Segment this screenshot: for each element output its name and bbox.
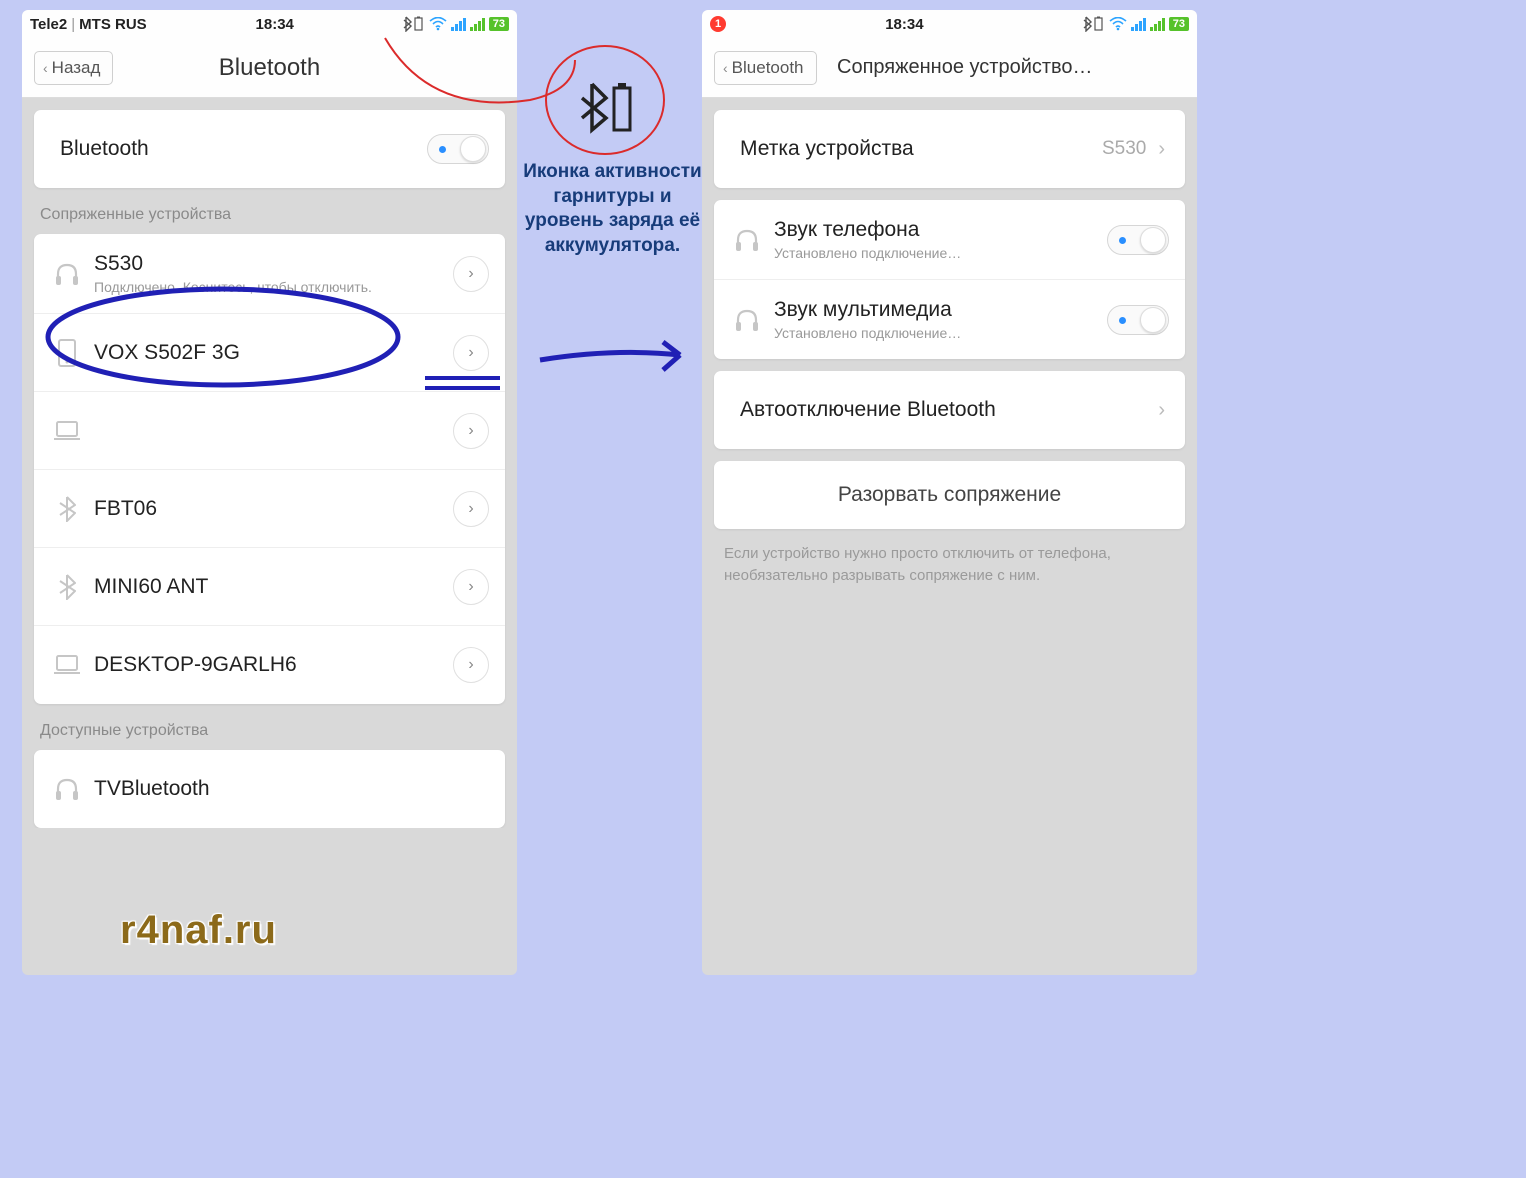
wifi-icon	[1109, 17, 1127, 31]
headphones-icon	[50, 262, 84, 286]
watermark: r4naf.ru	[120, 908, 277, 953]
laptop-icon	[50, 654, 84, 676]
annotation-bt-battery-icon	[556, 62, 656, 154]
media-audio-sub: Установлено подключение…	[774, 325, 1107, 341]
device-name: DESKTOP-9GARLH6	[94, 653, 453, 677]
paired-device-row[interactable]: VOX S502F 3G ›	[34, 314, 505, 392]
bluetooth-toggle[interactable]	[427, 134, 489, 164]
phone-icon	[50, 339, 84, 367]
device-label-row[interactable]: Метка устройства S530 ›	[714, 110, 1185, 188]
device-name: VOX S502F 3G	[94, 341, 453, 365]
paired-device-row[interactable]: DESKTOP-9GARLH6 ›	[34, 626, 505, 704]
device-status: Подключено. Коснитесь, чтобы отключить.	[94, 279, 453, 295]
media-audio-row[interactable]: Звук мультимедиа Установлено подключение…	[714, 280, 1185, 359]
chevron-right-icon: ›	[468, 656, 473, 674]
bluetooth-battery-icon	[1083, 16, 1105, 32]
status-bar: Tele2 | MTS RUS 18:34 73	[22, 10, 517, 38]
available-header: Доступные устройства	[22, 704, 517, 750]
chevron-right-icon: ›	[1154, 399, 1169, 422]
media-audio-toggle[interactable]	[1107, 305, 1169, 335]
media-audio-title: Звук мультимедиа	[774, 298, 1107, 322]
back-button[interactable]: ‹ Bluetooth	[714, 51, 817, 85]
phone-audio-sub: Установлено подключение…	[774, 245, 1107, 261]
device-name: MINI60 ANT	[94, 575, 453, 599]
chevron-right-icon: ›	[468, 344, 473, 362]
annotation-arrow	[535, 330, 695, 390]
bluetooth-label: Bluetooth	[60, 137, 427, 161]
unpair-button[interactable]: Разорвать сопряжение	[714, 461, 1185, 529]
chevron-right-icon: ›	[468, 265, 473, 283]
headphones-icon	[730, 308, 764, 332]
phone-audio-title: Звук телефона	[774, 218, 1107, 242]
phone-screenshot-left: Tele2 | MTS RUS 18:34 73 ‹ Назад Bluetoo…	[22, 10, 517, 975]
device-details-button[interactable]: ›	[453, 491, 489, 527]
laptop-icon	[50, 420, 84, 442]
chevron-left-icon: ‹	[43, 60, 48, 76]
headphones-icon	[50, 777, 84, 801]
wifi-icon	[429, 17, 447, 31]
battery-level: 73	[1169, 17, 1189, 31]
battery-level: 73	[489, 17, 509, 31]
phone-audio-toggle[interactable]	[1107, 225, 1169, 255]
device-details-button[interactable]: ›	[453, 569, 489, 605]
chevron-right-icon: ›	[1154, 138, 1169, 161]
signal-bars-2	[1150, 17, 1165, 31]
device-details-button[interactable]: ›	[453, 256, 489, 292]
device-name: TVBluetooth	[94, 777, 489, 801]
annotation-caption: Иконка активности гарнитуры и уровень за…	[520, 160, 705, 259]
chevron-right-icon: ›	[468, 500, 473, 518]
paired-header: Сопряженные устройства	[22, 188, 517, 234]
signal-bars-1	[451, 17, 466, 31]
bluetooth-battery-icon	[403, 16, 425, 32]
bluetooth-icon	[50, 574, 84, 600]
device-label-title: Метка устройства	[740, 137, 1102, 161]
chevron-right-icon: ›	[468, 578, 473, 596]
back-label: Bluetooth	[732, 58, 804, 78]
notification-badge: 1	[710, 16, 726, 32]
signal-bars-2	[470, 17, 485, 31]
paired-device-row[interactable]: ›	[34, 392, 505, 470]
phone-screenshot-right: 1 18:34 73 ‹ Bluetooth Сопряженное устро…	[702, 10, 1197, 975]
chevron-right-icon: ›	[468, 422, 473, 440]
back-label: Назад	[52, 58, 101, 78]
paired-device-row[interactable]: S530 Подключено. Коснитесь, чтобы отключ…	[34, 234, 505, 314]
paired-device-row[interactable]: FBT06 ›	[34, 470, 505, 548]
phone-audio-row[interactable]: Звук телефона Установлено подключение…	[714, 200, 1185, 280]
status-time: 18:34	[147, 16, 403, 33]
device-details-button[interactable]: ›	[453, 647, 489, 683]
status-bar: 1 18:34 73	[702, 10, 1197, 38]
bluetooth-toggle-row[interactable]: Bluetooth	[34, 110, 505, 188]
device-name: FBT06	[94, 497, 453, 521]
unpair-label: Разорвать сопряжение	[838, 483, 1061, 506]
available-device-row[interactable]: TVBluetooth	[34, 750, 505, 828]
carrier-1: Tele2	[30, 16, 67, 33]
device-name: S530	[94, 252, 453, 276]
bluetooth-icon	[50, 496, 84, 522]
auto-off-row[interactable]: Автоотключение Bluetooth ›	[714, 371, 1185, 449]
nav-bar: ‹ Назад Bluetooth	[22, 38, 517, 98]
carrier-2: MTS RUS	[79, 16, 147, 33]
headphones-icon	[730, 228, 764, 252]
nav-bar: ‹ Bluetooth Сопряженное устройство…	[702, 38, 1197, 98]
status-time: 18:34	[726, 16, 1083, 33]
paired-device-row[interactable]: MINI60 ANT ›	[34, 548, 505, 626]
device-details-button[interactable]: ›	[453, 413, 489, 449]
signal-bars-1	[1131, 17, 1146, 31]
device-label-value: S530	[1102, 138, 1146, 160]
auto-off-label: Автоотключение Bluetooth	[740, 398, 1154, 422]
back-button[interactable]: ‹ Назад	[34, 51, 113, 85]
device-details-button[interactable]: ›	[453, 335, 489, 371]
chevron-left-icon: ‹	[723, 60, 728, 76]
unpair-hint: Если устройство нужно просто отключить о…	[702, 529, 1197, 587]
